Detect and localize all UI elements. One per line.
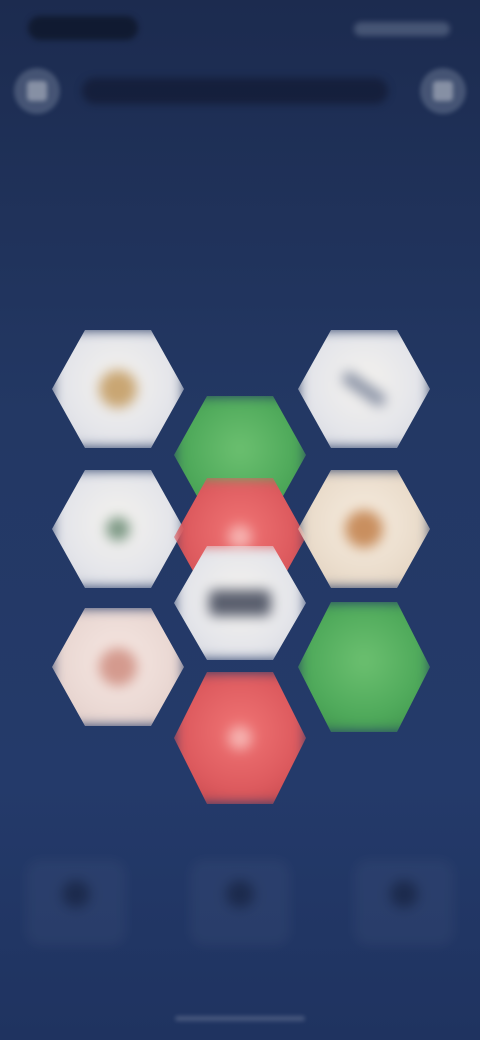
cookie-icon (345, 510, 383, 548)
tool-icon (390, 880, 418, 908)
drop-icon (228, 525, 252, 549)
hex-tile-bell[interactable] (52, 330, 184, 448)
hex-tile-pencil[interactable] (298, 330, 430, 448)
hex-tile-cookie[interactable] (298, 470, 430, 588)
level-title (82, 78, 388, 104)
pencil-icon (339, 368, 389, 410)
menu-icon (433, 81, 453, 101)
home-indicator (175, 1016, 305, 1021)
hex-tile-green[interactable] (298, 602, 430, 732)
toolbar-slot[interactable] (354, 860, 454, 946)
status-icons (354, 22, 450, 36)
hex-tile-leaf[interactable] (52, 470, 184, 588)
back-icon (27, 81, 47, 101)
heart-icon (99, 648, 137, 686)
leaf-icon (106, 517, 130, 541)
drop-icon (228, 726, 252, 750)
status-time (28, 16, 138, 40)
game-board (0, 300, 480, 820)
hex-tile-heart[interactable] (52, 608, 184, 726)
hex-tile-red[interactable] (174, 672, 306, 804)
tool-icon (226, 880, 254, 908)
box-icon (209, 590, 271, 616)
toolbar-slot[interactable] (190, 860, 290, 946)
tool-icon (62, 880, 90, 908)
top-bar (0, 62, 480, 122)
back-button[interactable] (14, 68, 60, 114)
menu-button[interactable] (420, 68, 466, 114)
bottom-toolbar (0, 830, 480, 980)
toolbar-slot[interactable] (26, 860, 126, 946)
status-bar (0, 0, 480, 56)
bell-icon (99, 370, 137, 408)
